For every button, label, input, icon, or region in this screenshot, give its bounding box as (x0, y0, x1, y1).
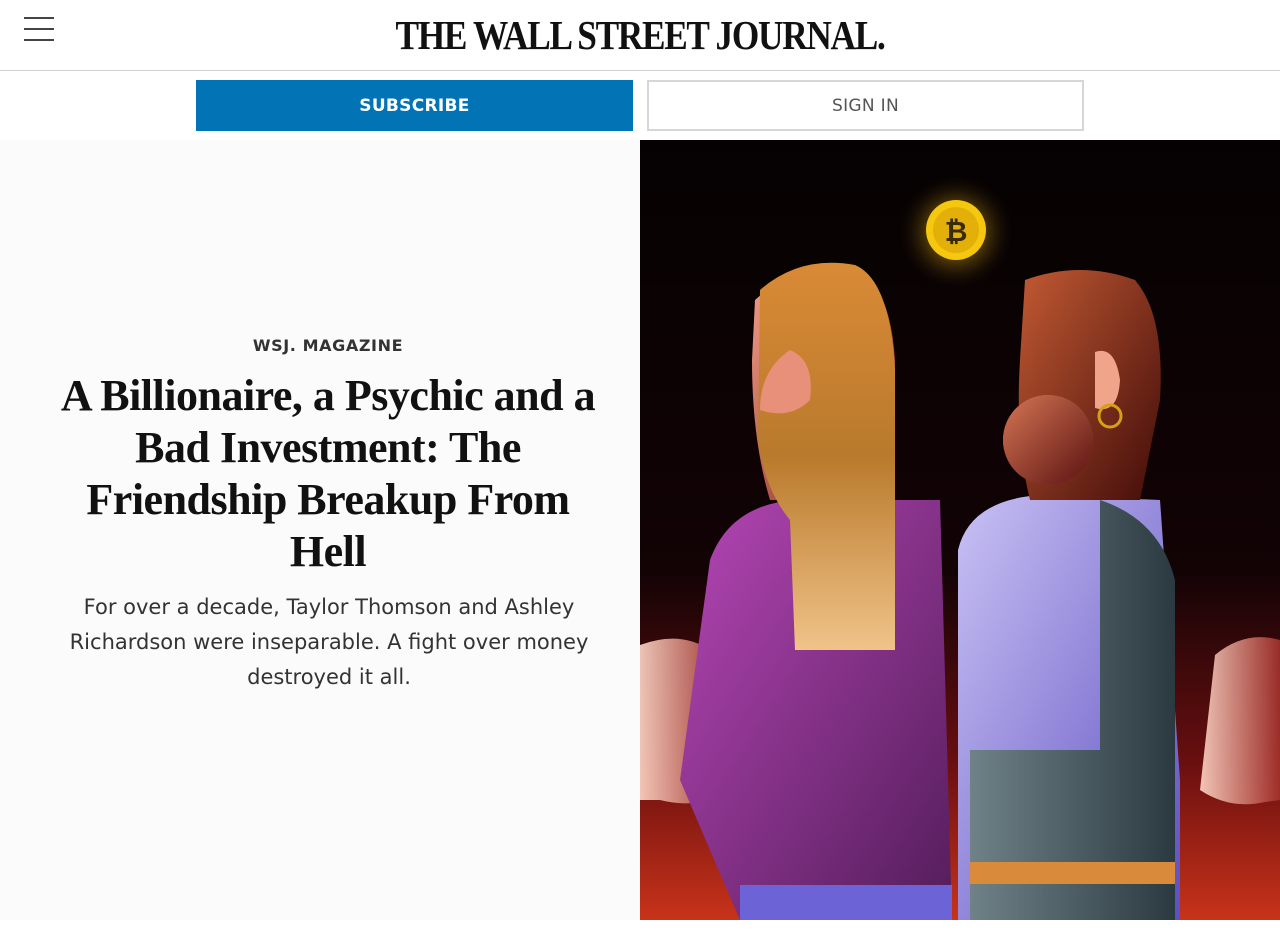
illustration-canvas: ₿ (640, 140, 1280, 920)
sign-in-button[interactable]: SIGN IN (647, 80, 1084, 131)
article-dek: For over a decade, Taylor Thomson and As… (69, 595, 589, 689)
article-teaser[interactable]: WSJ. MAGAZINE A Billionaire, a Psychic a… (0, 140, 640, 920)
auth-bar: SUBSCRIBE SIGN IN (0, 71, 1280, 139)
hamburger-menu-icon[interactable] (22, 14, 56, 44)
bitcoin-symbol: ₿ (945, 215, 968, 248)
masthead-logo[interactable]: THE WALL STREET JOURNAL. (90, 10, 1191, 60)
article-headline[interactable]: A Billionaire, a Psychic and a Bad Inves… (60, 370, 596, 578)
subscribe-button[interactable]: SUBSCRIBE (196, 80, 633, 131)
top-bar: THE WALL STREET JOURNAL. (0, 0, 1280, 71)
section-label[interactable]: WSJ. MAGAZINE (0, 336, 656, 355)
article-illustration[interactable]: ₿ (640, 140, 1280, 920)
